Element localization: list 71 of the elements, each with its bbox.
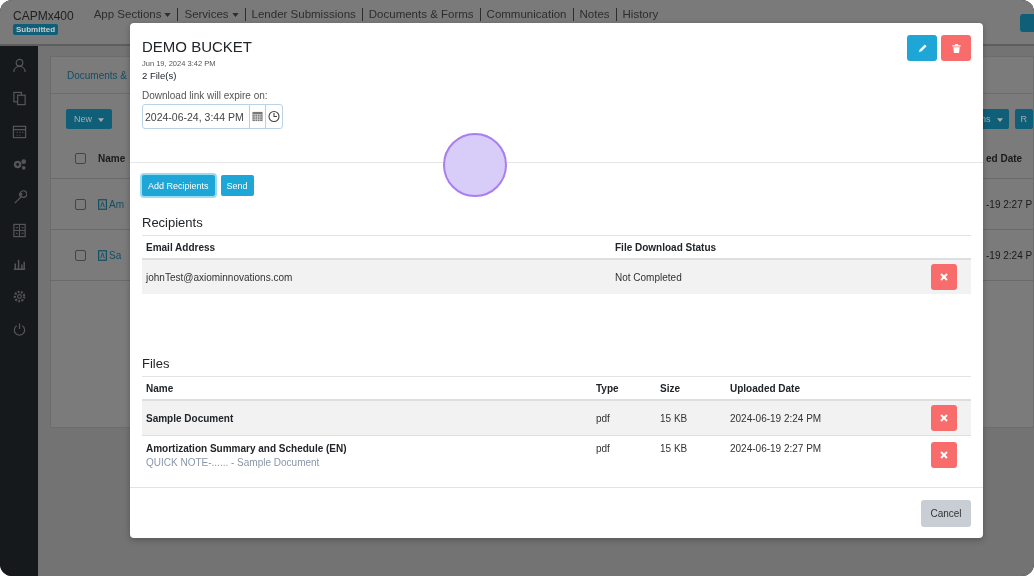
file-note: QUICK NOTE-...... - Sample Document	[146, 457, 321, 468]
table-cell-text: 15 KB	[659, 443, 689, 454]
table-cell-text: 2024-06-19 2:27 PM	[729, 443, 823, 454]
close-icon	[940, 273, 948, 281]
caret-icon	[996, 118, 1003, 122]
caret-icon	[98, 118, 104, 122]
column-header: File Download Status	[614, 241, 718, 253]
file-link[interactable]: Am	[109, 198, 124, 210]
column-header: Name	[98, 152, 126, 164]
checkbox[interactable]	[75, 249, 86, 261]
cancel-button[interactable]: Cancel	[921, 499, 971, 527]
nav-link[interactable]: Services	[177, 8, 245, 21]
table-cell-text: pdf	[595, 412, 611, 424]
nav-link[interactable]: Communication	[479, 8, 573, 21]
pdf-icon	[98, 198, 107, 210]
nav-link[interactable]: Notes	[572, 8, 616, 21]
clock-icon[interactable]	[264, 105, 282, 128]
nav-link[interactable]: Documents & Forms	[361, 8, 480, 21]
table-cell-text: pdf	[595, 443, 611, 454]
caret-icon	[164, 12, 172, 17]
add-recipients-button[interactable]: Add Recipients	[142, 175, 215, 196]
column-header: Email Address	[145, 241, 217, 253]
section-title: Files	[142, 356, 171, 371]
table-cell-text: 15 KB	[659, 412, 689, 424]
user-icon[interactable]	[11, 58, 27, 73]
table-cell-text: Not Completed	[614, 271, 683, 283]
table-cell-text: 2024-06-19 2:24 PM	[729, 412, 823, 424]
nav-link[interactable]: Lender Submissions	[244, 8, 362, 21]
remove-button[interactable]	[931, 405, 957, 431]
send-button[interactable]: Send	[220, 175, 254, 196]
file-name: Amortization Summary and Schedule (EN)	[146, 443, 348, 454]
status-badge: Submitted	[13, 24, 59, 35]
nav-link[interactable]: App Sections	[87, 8, 178, 21]
table-cell-text: johnTest@axiominnovations.com	[144, 271, 294, 283]
settings-icon[interactable]	[11, 289, 27, 304]
field-label: Download link will expire on:	[142, 90, 268, 101]
table-cell: -19 2:24 P	[986, 249, 1033, 261]
column-header: Type	[595, 382, 620, 394]
file-link[interactable]: Sa	[109, 249, 122, 261]
column-header: Uploaded Date	[729, 382, 801, 394]
close-icon	[940, 414, 948, 422]
app-brand: CAPMx400	[13, 10, 74, 23]
calendar-icon[interactable]	[11, 124, 27, 139]
checkbox[interactable]	[75, 152, 86, 164]
power-icon[interactable]	[11, 322, 27, 337]
remove-button[interactable]	[931, 442, 957, 468]
trash-icon	[950, 42, 962, 54]
date-time-field[interactable]: 2024-06-24, 3:44 PM	[142, 104, 283, 129]
close-icon	[940, 451, 948, 459]
pdf-icon	[98, 249, 107, 261]
documents-icon[interactable]	[11, 91, 27, 106]
column-header: ed Date	[986, 152, 1024, 164]
file-count: 2 File(s)	[142, 70, 177, 81]
gears-icon[interactable]	[11, 157, 27, 172]
pencil-icon	[916, 42, 928, 54]
checkbox[interactable]	[75, 198, 86, 210]
column-header: Size	[659, 382, 681, 394]
modal-title: DEMO BUCKET	[142, 38, 252, 55]
calculator-icon[interactable]	[11, 223, 27, 238]
caret-icon	[231, 12, 239, 17]
table-cell: -19 2:27 P	[986, 198, 1033, 210]
edit-button[interactable]	[907, 35, 937, 61]
nav-link[interactable]: History	[615, 8, 665, 21]
panel-tab[interactable]: Documents &	[67, 69, 128, 81]
remove-button[interactable]: R	[1014, 109, 1033, 129]
remove-button[interactable]	[931, 264, 957, 290]
file-name: Sample Document	[146, 412, 235, 424]
delete-button[interactable]	[941, 35, 971, 61]
section-title: Recipients	[142, 215, 204, 230]
new-button[interactable]: New	[66, 109, 112, 129]
column-header: Name	[145, 382, 175, 394]
